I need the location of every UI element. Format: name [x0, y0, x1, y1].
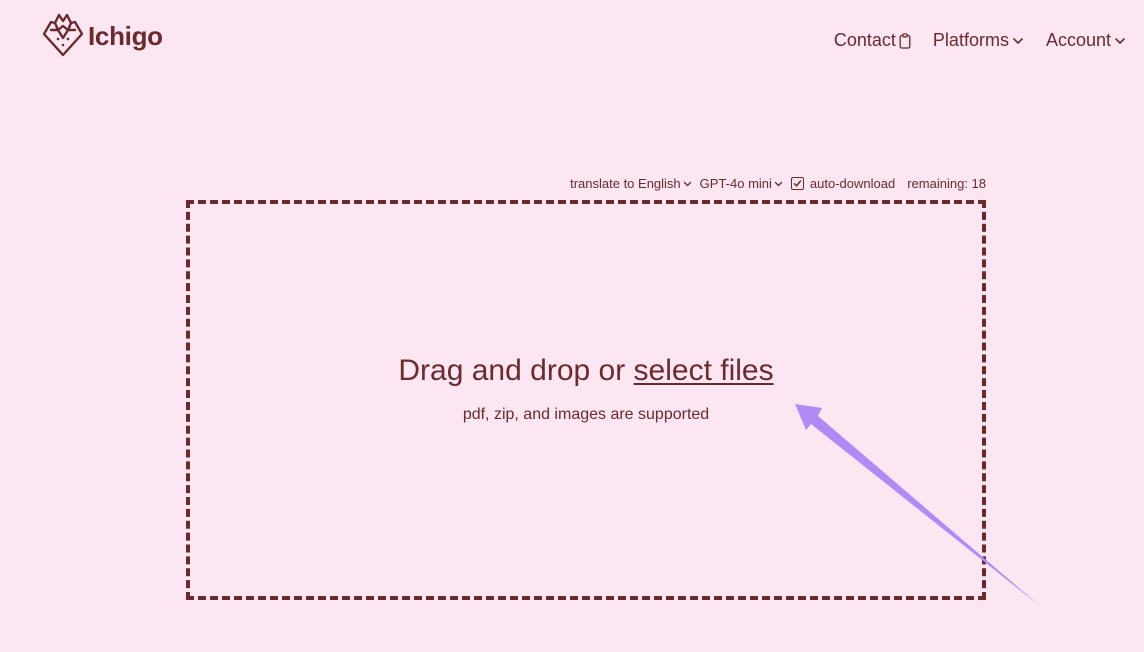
select-files-link[interactable]: select files	[634, 354, 774, 387]
brand-name: Ichigo	[88, 21, 163, 51]
nav-contact[interactable]: Contact	[834, 30, 911, 51]
clipboard-icon	[899, 32, 911, 49]
nav-platforms[interactable]: Platforms	[933, 30, 1024, 51]
language-select-value: translate to English	[570, 176, 681, 191]
auto-download-toggle[interactable]: auto-download	[790, 176, 896, 191]
nav-contact-label: Contact	[833, 30, 896, 50]
chevron-down-icon	[1115, 37, 1125, 44]
header: Ichigo Contact Platforms Account	[0, 0, 1144, 80]
file-dropzone[interactable]: Drag and drop or select files pdf, zip, …	[186, 200, 986, 600]
chevron-down-icon	[1013, 37, 1023, 44]
dropzone-title: Drag and drop or select files	[398, 354, 773, 388]
checkmark-icon	[793, 180, 802, 187]
chevron-down-icon	[774, 181, 783, 186]
auto-download-checkbox[interactable]	[790, 177, 804, 190]
translation-options: translate to English GPT-4o mini auto-do…	[570, 176, 986, 191]
logo-link[interactable]: Ichigo	[42, 12, 163, 58]
auto-download-label: auto-download	[809, 176, 896, 191]
nav-account-label: Account	[1045, 30, 1111, 50]
model-select[interactable]: GPT-4o mini	[700, 176, 783, 191]
remaining-count-text: remaining: 18	[907, 176, 986, 191]
strawberry-logo-icon	[42, 13, 84, 57]
nav-account[interactable]: Account	[1046, 30, 1126, 51]
dropzone-subtitle: pdf, zip, and images are supported	[462, 406, 710, 423]
top-nav: Contact Platforms Account	[834, 30, 1126, 51]
remaining-count: remaining: 18	[907, 176, 986, 191]
language-select[interactable]: translate to English	[570, 176, 692, 191]
nav-platforms-label: Platforms	[932, 30, 1009, 50]
chevron-down-icon	[683, 181, 691, 186]
dropzone-title-text: Drag and drop or	[398, 354, 634, 387]
model-select-value: GPT-4o mini	[699, 176, 772, 191]
